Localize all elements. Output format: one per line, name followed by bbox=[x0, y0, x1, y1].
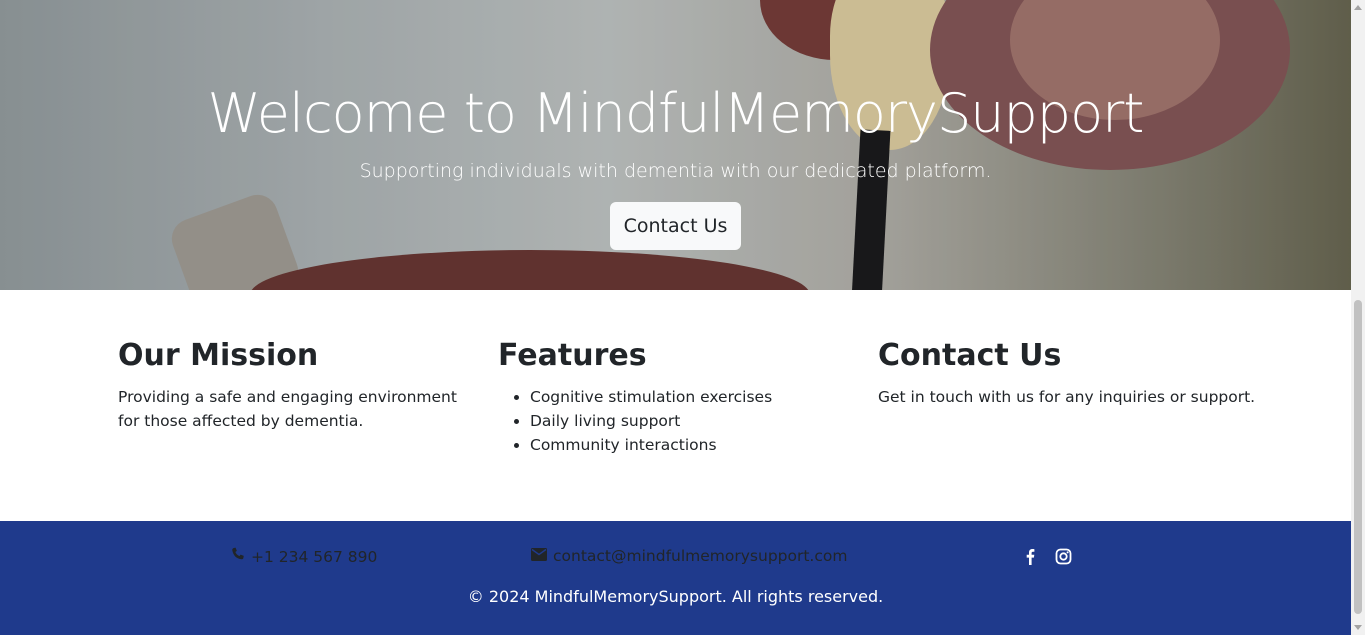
page: Welcome to MindfulMemorySupport Supporti… bbox=[0, 0, 1351, 635]
features-heading: Features bbox=[498, 338, 647, 373]
contact-section: Contact Us Get in touch with us for any … bbox=[878, 338, 1278, 409]
features-section: Features Cognitive stimulation exercises… bbox=[498, 338, 848, 457]
list-item: Community interactions bbox=[530, 433, 848, 457]
mission-section: Our Mission Providing a safe and engagin… bbox=[118, 338, 468, 433]
mission-text: Providing a safe and engaging environmen… bbox=[118, 388, 457, 430]
list-item: Cognitive stimulation exercises bbox=[530, 385, 848, 409]
contact-us-button[interactable]: Contact Us bbox=[610, 202, 741, 250]
hero-subtitle: Supporting individuals with dementia wit… bbox=[359, 160, 992, 182]
email-address: contact@mindfulmemorysupport.com bbox=[553, 547, 848, 565]
footer-phone[interactable]: +1 234 567 890 bbox=[230, 547, 377, 566]
features-list: Cognitive stimulation exercises Daily li… bbox=[498, 385, 848, 457]
envelope-icon bbox=[531, 547, 547, 565]
footer-email[interactable]: contact@mindfulmemorysupport.com bbox=[531, 547, 847, 565]
scroll-up-arrow-icon[interactable] bbox=[1354, 5, 1362, 10]
phone-icon bbox=[230, 547, 245, 566]
vertical-scrollbar[interactable] bbox=[1351, 0, 1365, 635]
hero-banner: Welcome to MindfulMemorySupport Supporti… bbox=[0, 0, 1351, 290]
facebook-icon[interactable] bbox=[1022, 548, 1039, 565]
list-item: Daily living support bbox=[530, 409, 848, 433]
hero-title: Welcome to MindfulMemorySupport bbox=[207, 82, 1145, 145]
phone-number: +1 234 567 890 bbox=[251, 547, 378, 566]
instagram-icon[interactable] bbox=[1055, 548, 1072, 565]
contact-heading: Contact Us bbox=[878, 338, 1062, 373]
footer bbox=[0, 521, 1351, 635]
mission-heading: Our Mission bbox=[118, 338, 319, 373]
social-links bbox=[1022, 548, 1072, 565]
copyright-text: © 2024 MindfulMemorySupport. All rights … bbox=[467, 587, 884, 606]
contact-text: Get in touch with us for any inquiries o… bbox=[878, 388, 1256, 406]
scroll-down-arrow-icon[interactable] bbox=[1354, 625, 1362, 630]
scrollbar-thumb[interactable] bbox=[1354, 300, 1362, 614]
